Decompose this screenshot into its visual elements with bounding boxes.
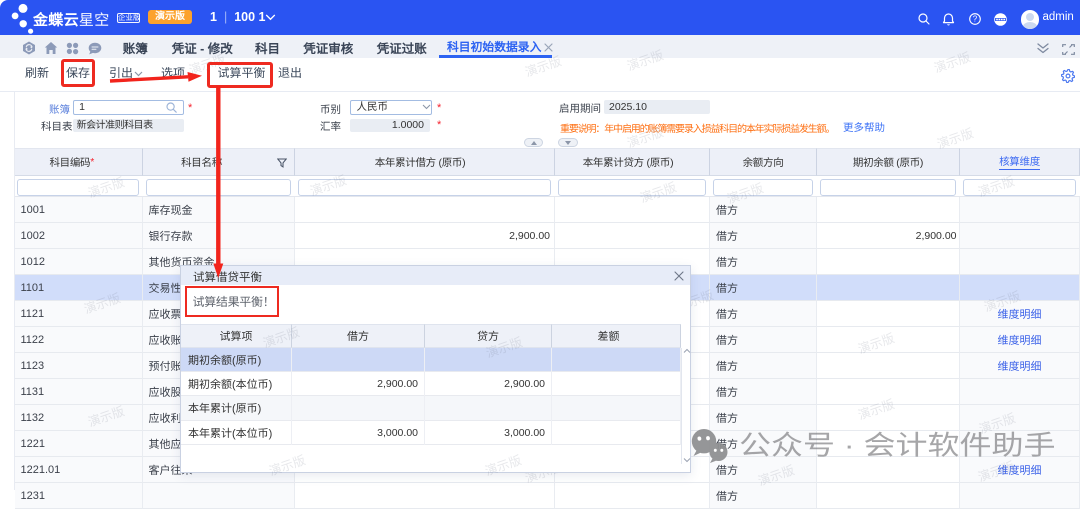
svg-text:?: ? xyxy=(973,15,978,24)
